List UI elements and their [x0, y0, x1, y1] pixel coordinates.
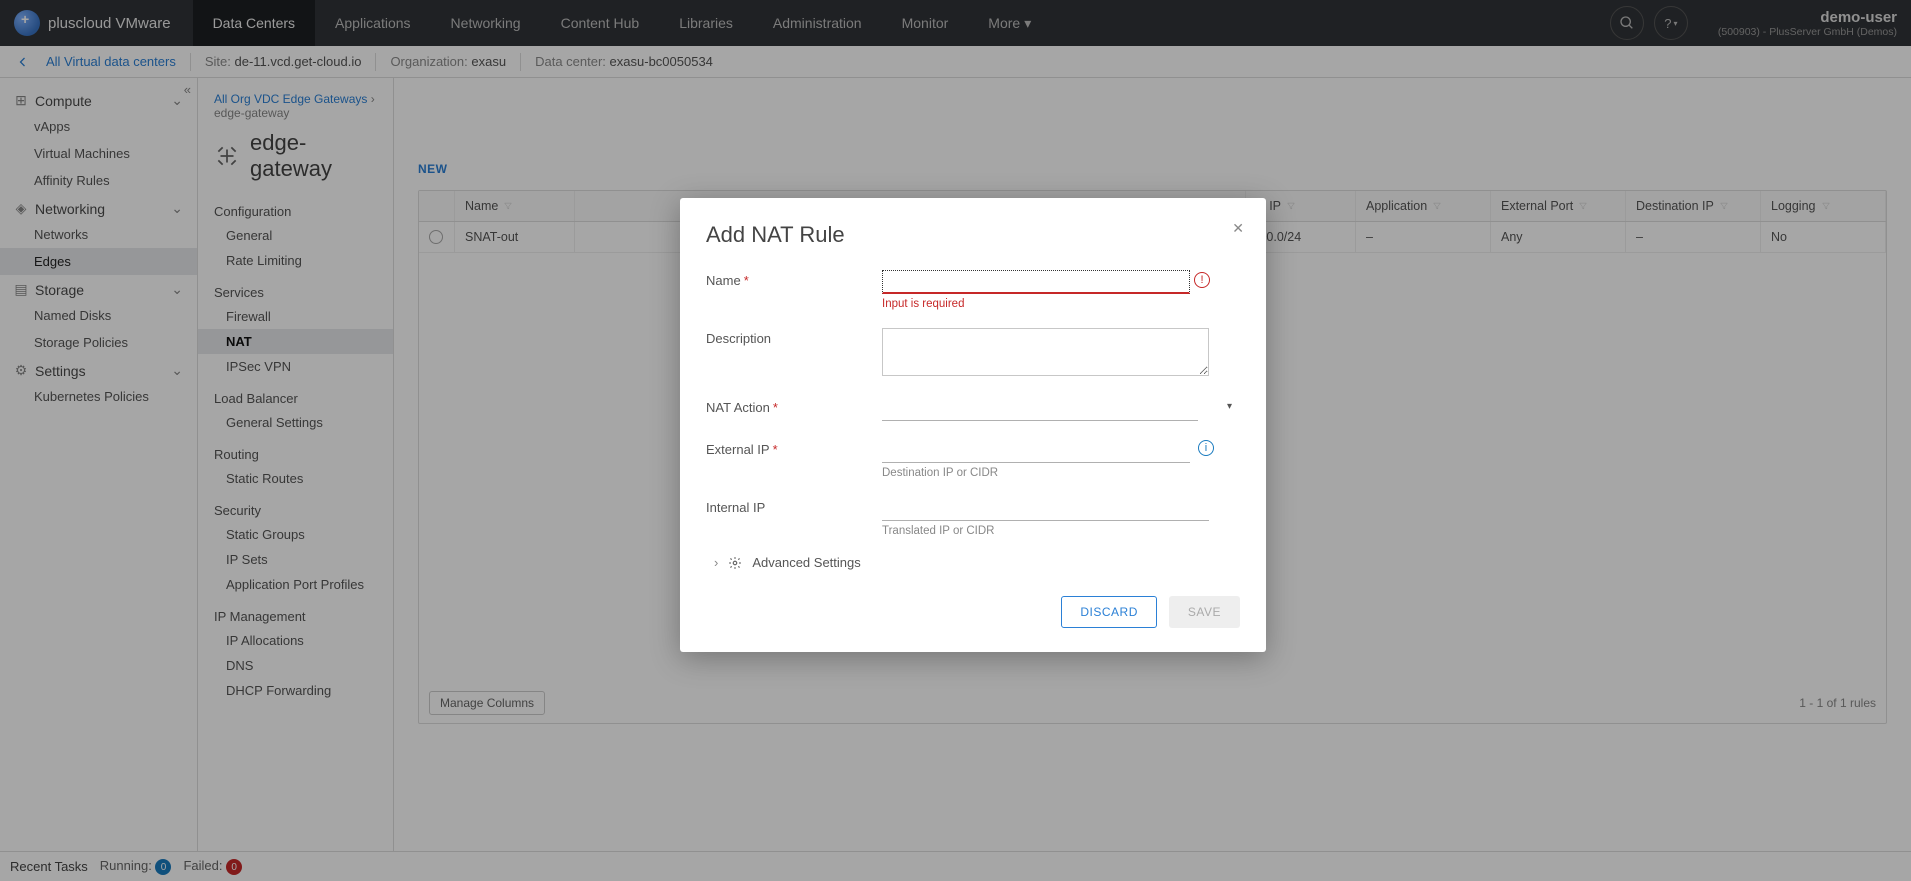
description-input[interactable]: [882, 328, 1209, 376]
nat-action-select[interactable]: [882, 397, 1198, 421]
chevron-right-icon: ›: [714, 555, 718, 570]
external-ip-hint: Destination IP or CIDR: [882, 467, 1240, 479]
external-ip-input[interactable]: [882, 439, 1190, 463]
name-error: Input is required: [882, 298, 1240, 310]
chevron-down-icon: ▾: [1227, 401, 1232, 412]
advanced-settings-toggle[interactable]: › Advanced Settings: [714, 555, 1240, 570]
internal-ip-input[interactable]: [882, 497, 1209, 521]
discard-button[interactable]: DISCARD: [1061, 596, 1157, 628]
gear-icon: [728, 556, 742, 570]
error-icon: !: [1194, 272, 1210, 288]
name-input[interactable]: [882, 270, 1190, 294]
modal-title: Add NAT Rule: [706, 222, 1240, 248]
save-button[interactable]: SAVE: [1169, 596, 1240, 628]
add-nat-rule-modal: ✕ Add NAT Rule Name* ! Input is required…: [680, 198, 1266, 652]
close-icon[interactable]: ✕: [1232, 220, 1244, 237]
internal-ip-hint: Translated IP or CIDR: [882, 525, 1240, 537]
info-icon[interactable]: i: [1198, 440, 1214, 456]
